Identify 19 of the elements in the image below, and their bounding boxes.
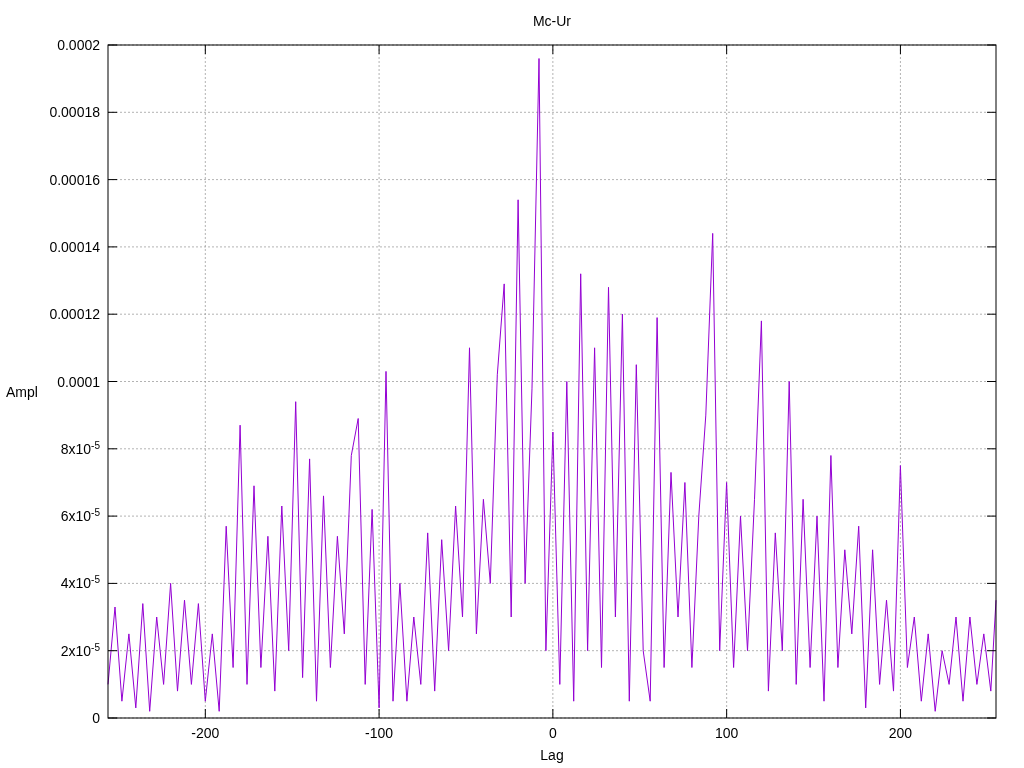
tick-label: 2x10$^{-5}$ (60, 641, 100, 659)
x-axis-label: Lag (540, 747, 564, 763)
tick-label: 8x10$^{-5}$ (60, 439, 100, 457)
tick-label: 100 (714, 725, 739, 741)
tick-label: 6x10$^{-5}$ (60, 506, 100, 525)
tick-label: 0.00012 (49, 306, 100, 323)
tick-label: 4x10$^{-5}$ (60, 573, 100, 592)
tick-label: -100 (365, 725, 394, 741)
tick-label: 0.0002 (57, 37, 100, 53)
tick-label: 0 (548, 725, 557, 741)
tick-label: 0 (92, 710, 100, 726)
tick-label: 200 (888, 725, 913, 741)
chart-title: Mc-Ur (532, 13, 572, 29)
y-axis-label: Ampl (6, 384, 38, 400)
tick-label: 0.00018 (49, 104, 100, 121)
tick-label: -200 (191, 725, 220, 741)
tick-label: 0.00014 (49, 238, 100, 255)
tick-label: 0.00016 (49, 171, 100, 188)
tick-label: 0.0001 (57, 373, 100, 390)
